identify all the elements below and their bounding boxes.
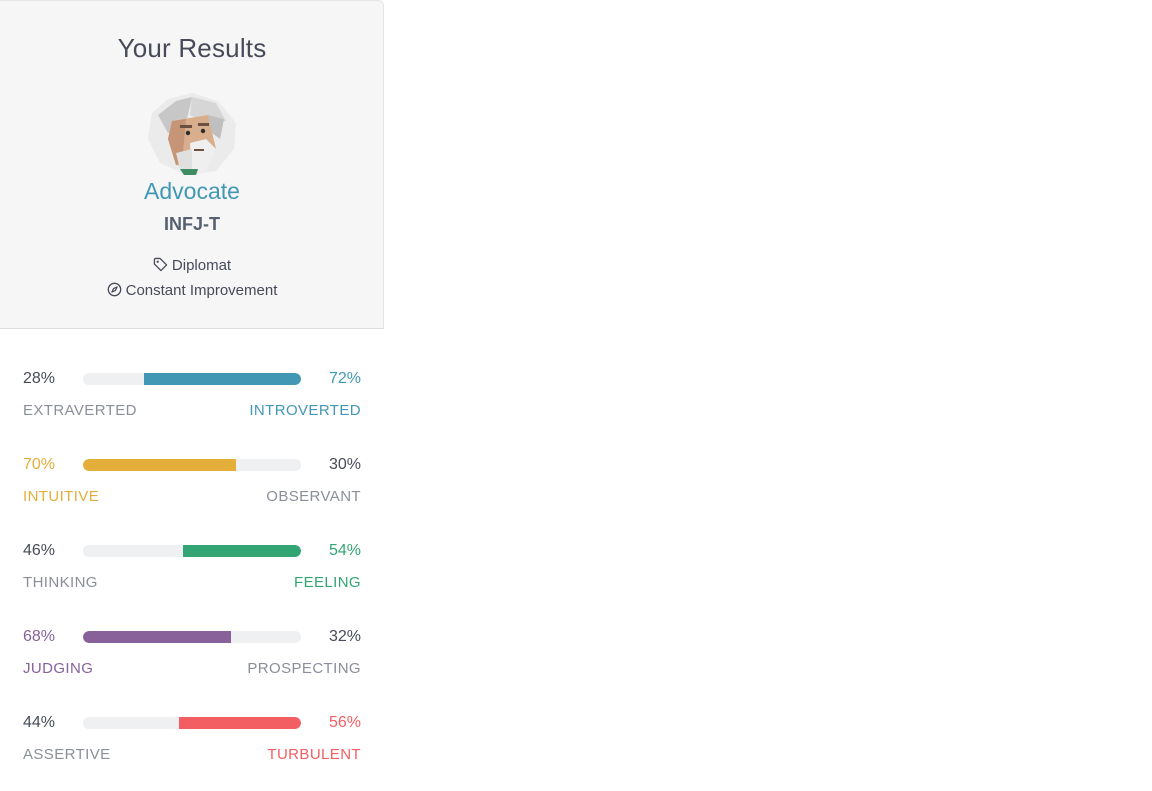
role-line: Diplomat — [0, 257, 384, 274]
trait-right-label: OBSERVANT — [266, 488, 361, 505]
trait-left-label: INTUITIVE — [23, 488, 100, 505]
trait-bar-fill — [178, 717, 301, 729]
type-code: INFJ-T — [164, 214, 220, 234]
compass-icon — [107, 282, 121, 297]
trait-right-percent: 32% — [328, 628, 361, 645]
trait-right-label: INTROVERTED — [249, 402, 361, 419]
trait-tactics[interactable]: 68% 32% JUDGING PROSPECTING — [23, 628, 361, 688]
trait-right-percent: 30% — [328, 456, 361, 473]
trait-bar-track — [83, 459, 301, 471]
trait-left-label: JUDGING — [23, 660, 94, 677]
strategy-label: Constant Improvement — [125, 282, 278, 299]
trait-bar-fill — [83, 631, 232, 643]
trait-left-label: EXTRAVERTED — [23, 402, 137, 419]
trait-left-label: THINKING — [23, 574, 98, 591]
trait-left-percent: 28% — [23, 370, 56, 387]
trait-identity[interactable]: 44% 56% ASSERTIVE TURBULENT — [23, 714, 361, 774]
trait-bar-track — [83, 373, 301, 385]
trait-bar-fill — [83, 459, 236, 471]
results-panel: Your Results Advocate INFJ-T Diplomat Co… — [0, 0, 385, 791]
trait-right-percent: 54% — [328, 542, 361, 559]
trait-left-percent: 68% — [23, 628, 56, 645]
role-label: Diplomat — [171, 257, 232, 274]
trait-right-percent: 72% — [328, 370, 361, 387]
results-header-card: Your Results Advocate INFJ-T Diplomat Co… — [0, 0, 384, 329]
trait-nature[interactable]: 46% 54% THINKING FEELING — [23, 542, 361, 602]
trait-mind[interactable]: 70% 30% INTUITIVE OBSERVANT — [23, 456, 361, 516]
tag-icon — [153, 257, 168, 272]
trait-left-label: ASSERTIVE — [23, 746, 111, 763]
trait-energy[interactable]: 28% 72% EXTRAVERTED INTROVERTED — [23, 370, 361, 430]
trait-right-label: PROSPECTING — [247, 660, 361, 677]
trait-left-percent: 70% — [23, 456, 56, 473]
results-title: Your Results — [117, 33, 267, 63]
trait-bar-track — [83, 545, 301, 557]
trait-left-percent: 44% — [23, 714, 56, 731]
trait-bar-track — [83, 717, 301, 729]
type-name[interactable]: Advocate — [0, 178, 384, 205]
trait-bar-fill — [144, 373, 301, 385]
strategy-line: Constant Improvement — [0, 282, 384, 299]
trait-bar-fill — [183, 545, 301, 557]
trait-bar-track — [83, 631, 301, 643]
advocate-avatar — [148, 93, 236, 175]
trait-right-percent: 56% — [328, 714, 361, 731]
trait-left-percent: 46% — [23, 542, 56, 559]
trait-right-label: TURBULENT — [267, 746, 361, 763]
trait-right-label: FEELING — [294, 574, 361, 591]
